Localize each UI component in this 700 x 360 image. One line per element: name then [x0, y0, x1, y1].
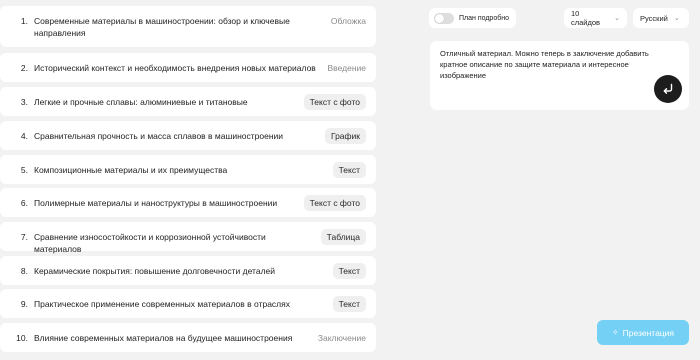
slide-number: 3.	[20, 97, 28, 107]
detailed-plan-label: План подробно	[459, 14, 509, 22]
toggle-switch[interactable]	[434, 12, 454, 24]
slide-number: 6.	[20, 198, 28, 208]
slide-number: 2.	[20, 63, 28, 73]
slide-item-5[interactable]: 5. Композиционные материалы и их преимущ…	[0, 155, 376, 184]
slide-item-4[interactable]: 4. Сравнительная прочность и масса сплав…	[0, 121, 376, 150]
send-button[interactable]	[654, 75, 682, 103]
slide-item-8[interactable]: 8. Керамические покрытия: повышение долг…	[0, 256, 376, 285]
slide-type-chip[interactable]: Текст	[332, 296, 366, 312]
slide-title[interactable]: Легкие и прочные сплавы: алюминиевые и т…	[30, 96, 304, 108]
slides-count-value: 10 слайдов	[571, 9, 601, 27]
slide-item-10[interactable]: 10. Влияние современных материалов на бу…	[0, 323, 376, 352]
prompt-input[interactable]: Отличный материал. Можно теперь в заключ…	[440, 48, 650, 81]
chevron-down-icon: ⌄	[673, 15, 680, 22]
slide-title[interactable]: Современные материалы в машиностроении: …	[30, 15, 331, 39]
slide-type-chip[interactable]: Таблица	[320, 229, 366, 245]
slide-type-chip[interactable]: График	[324, 128, 366, 144]
language-value: Русский	[640, 13, 668, 23]
prompt-box[interactable]: Отличный материал. Можно теперь в заключ…	[430, 41, 689, 110]
slide-item-2[interactable]: 2. Исторический контекст и необходимость…	[0, 53, 376, 82]
slide-number: 8.	[20, 266, 28, 276]
slide-title[interactable]: Композиционные материалы и их преимущест…	[30, 164, 333, 176]
language-select[interactable]: Русский ⌄	[633, 8, 689, 28]
detailed-plan-toggle[interactable]: План подробно	[429, 8, 516, 28]
slide-title[interactable]: Сравнение износостойкости и коррозионной…	[30, 231, 321, 255]
slide-title[interactable]: Полимерные материалы и наноструктуры в м…	[30, 197, 304, 209]
slide-item-3[interactable]: 3. Легкие и прочные сплавы: алюминиевые …	[0, 87, 376, 116]
slide-item-1[interactable]: 1. Современные материалы в машиностроени…	[0, 6, 376, 47]
slide-number: 1.	[20, 16, 28, 26]
slide-item-7[interactable]: 7. Сравнение износостойкости и коррозион…	[0, 222, 376, 254]
slide-type-chip[interactable]: Текст	[332, 263, 366, 279]
slide-item-9[interactable]: 9. Практическое применение современных м…	[0, 289, 376, 318]
slide-number: 5.	[20, 165, 28, 175]
generate-button-label: Презентация	[622, 327, 675, 338]
slide-number: 9.	[20, 299, 28, 309]
sparkle-icon: ✧	[611, 328, 619, 337]
slide-number: 4.	[20, 131, 28, 141]
generate-presentation-button[interactable]: ✧ Презентация	[597, 320, 689, 345]
slide-title[interactable]: Исторический контекст и необходимость вн…	[30, 62, 328, 74]
slide-type-label[interactable]: Введение	[328, 62, 367, 74]
slide-number: 10.	[16, 333, 28, 343]
slide-title[interactable]: Влияние современных материалов на будуще…	[30, 332, 318, 344]
slide-type-label[interactable]: Обложка	[331, 15, 366, 27]
slide-number: 7.	[20, 232, 28, 242]
return-arrow-icon	[663, 83, 673, 94]
slide-item-6[interactable]: 6. Полимерные материалы и наноструктуры …	[0, 188, 376, 217]
slide-title[interactable]: Керамические покрытия: повышение долгове…	[30, 265, 333, 277]
chevron-down-icon: ⌄	[614, 15, 620, 22]
slide-type-chip[interactable]: Текст с фото	[303, 195, 366, 211]
slide-title[interactable]: Практическое применение современных мате…	[30, 298, 333, 310]
slide-type-label[interactable]: Заключение	[318, 332, 366, 344]
slide-title[interactable]: Сравнительная прочность и масса сплавов …	[30, 130, 325, 142]
slides-count-select[interactable]: 10 слайдов ⌄	[564, 8, 627, 28]
slide-type-chip[interactable]: Текст с фото	[303, 94, 366, 110]
slide-type-chip[interactable]: Текст	[332, 162, 366, 178]
